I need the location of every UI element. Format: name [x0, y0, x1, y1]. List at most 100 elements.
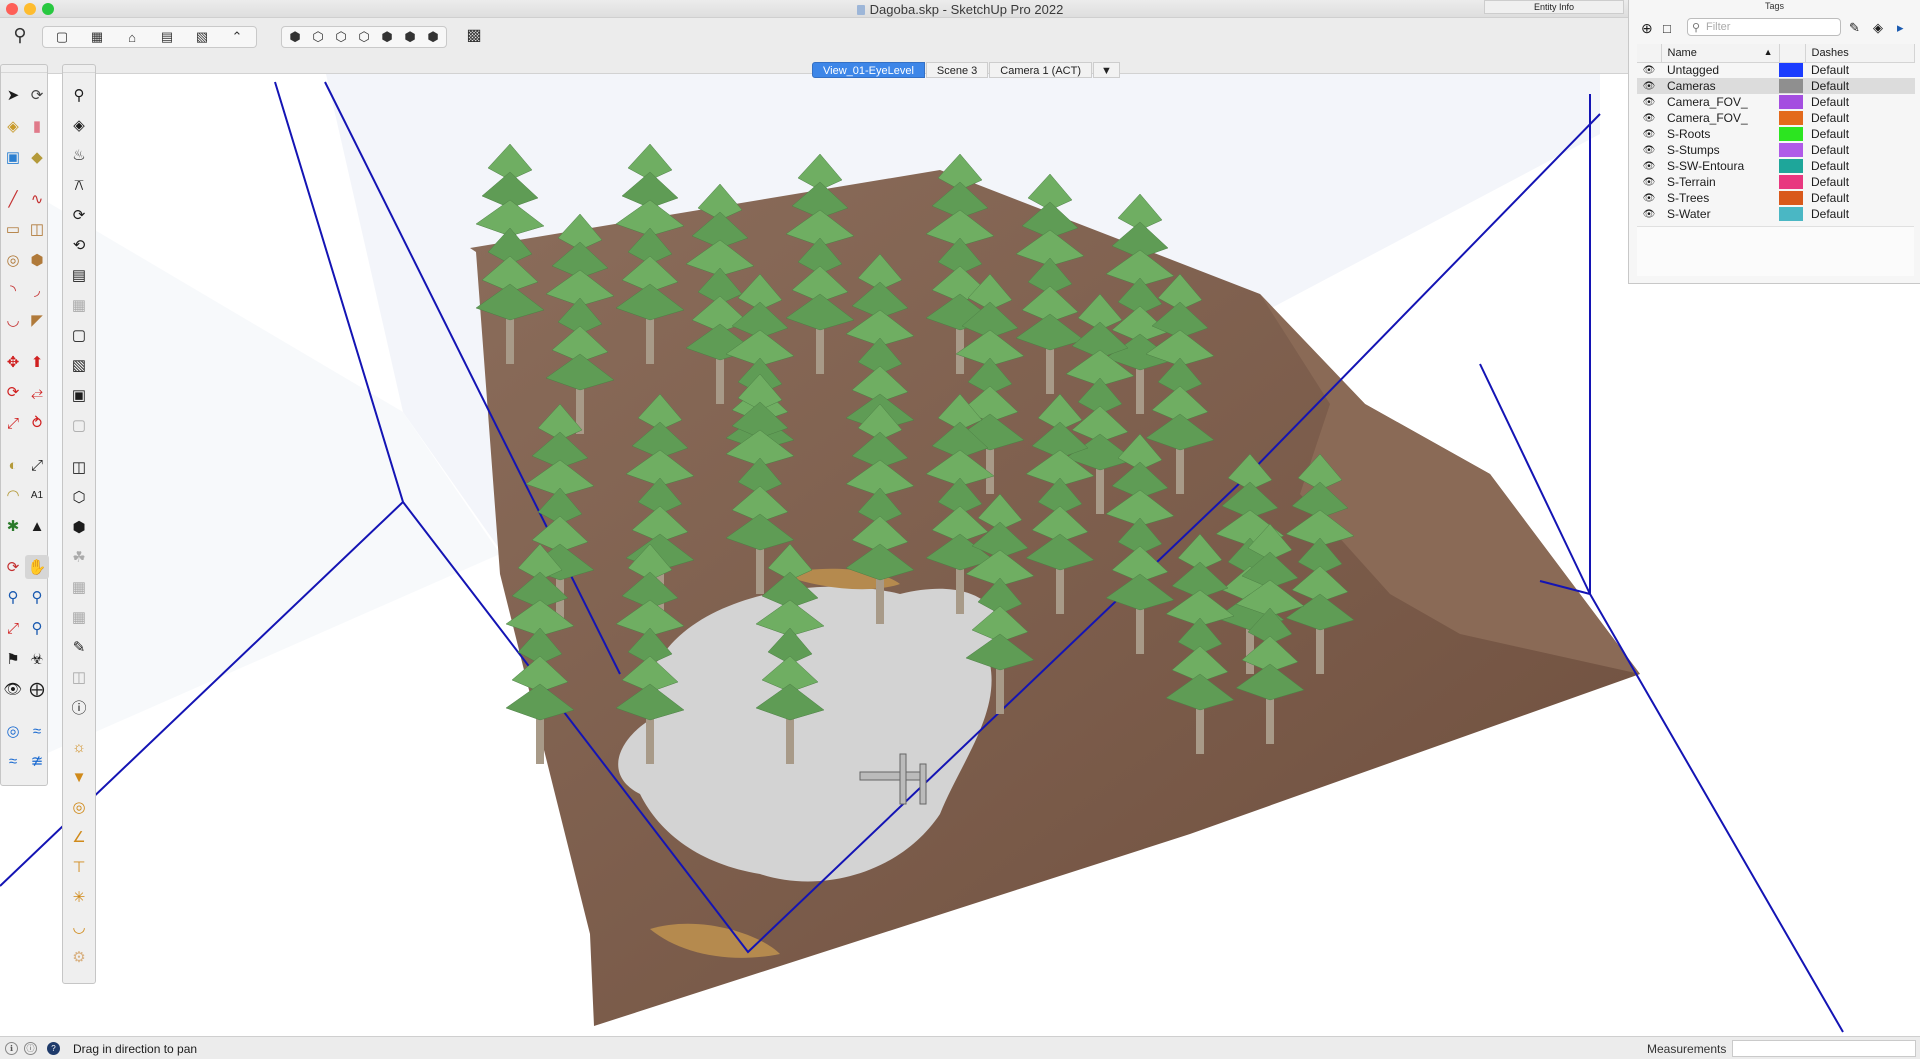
eraser-icon[interactable]: ▮: [25, 114, 49, 138]
scenes-icon[interactable]: ▧: [186, 28, 218, 46]
offset-icon[interactable]: ⥁: [25, 411, 49, 435]
iso-view-icon[interactable]: ⬢: [285, 28, 305, 46]
tag-color-swatch[interactable]: [1779, 78, 1805, 94]
position-camera-icon[interactable]: ⚑: [1, 647, 25, 671]
styles-icon[interactable]: ▤: [151, 28, 183, 46]
text-icon[interactable]: A1: [25, 483, 49, 507]
grass-icon[interactable]: ☘: [67, 545, 91, 569]
search-icon[interactable]: ⚲: [4, 25, 36, 45]
materials-icon[interactable]: ◈: [67, 113, 91, 137]
tag-row[interactable]: 👁 S-Water Default: [1637, 206, 1915, 222]
orbit-tool-icon[interactable]: ⟳: [1, 555, 25, 579]
credits-icon[interactable]: ⓘ: [24, 1042, 37, 1055]
scene-tabs-more-button[interactable]: ▼: [1092, 62, 1120, 78]
pole-icon[interactable]: ⊤: [67, 855, 91, 879]
tag-row[interactable]: 👁 S-Terrain Default: [1637, 174, 1915, 190]
house-icon[interactable]: ⌃: [221, 28, 253, 46]
layers-icon[interactable]: ≈: [1, 749, 25, 773]
axes-icon[interactable]: ✱: [1, 514, 25, 538]
copy-icon[interactable]: ◫: [67, 665, 91, 689]
tag-dashes[interactable]: Default: [1805, 174, 1915, 190]
orbit-icon[interactable]: ⟳: [25, 83, 49, 107]
left-view-icon[interactable]: ⬢: [400, 28, 420, 46]
zoom-icon[interactable]: ⚲: [1, 585, 25, 609]
select-icon[interactable]: ➤: [1, 83, 25, 107]
tray-icon[interactable]: ▤: [67, 263, 91, 287]
visibility-eye-icon[interactable]: 👁: [1637, 94, 1661, 110]
spiral-icon[interactable]: ⟳: [67, 203, 91, 227]
tag-color-swatch[interactable]: [1779, 110, 1805, 126]
entity-info-panel[interactable]: Entity Info: [1484, 0, 1624, 14]
tag-color-swatch[interactable]: [1779, 158, 1805, 174]
protractor-icon[interactable]: ◠: [1, 483, 25, 507]
render-icon[interactable]: ☼: [67, 735, 91, 759]
visibility-eye-icon[interactable]: 👁: [1637, 142, 1661, 158]
layers-stack-icon[interactable]: ▧: [67, 353, 91, 377]
scale-icon[interactable]: ⤢: [1, 411, 25, 435]
measurements-input[interactable]: [1732, 1040, 1916, 1057]
hatch-icon[interactable]: ▦: [67, 575, 91, 599]
gear-icon[interactable]: ⚙: [67, 945, 91, 969]
camera-icon[interactable]: ◫: [67, 455, 91, 479]
paint-icon[interactable]: ⚻: [67, 173, 91, 197]
tag-dashes[interactable]: Default: [1805, 190, 1915, 206]
look-around-icon[interactable]: 👁: [1, 677, 25, 701]
info-icon[interactable]: ⓘ: [67, 695, 91, 719]
tag-color-swatch[interactable]: [1779, 174, 1805, 190]
three-point-arc-icon[interactable]: ◡: [1, 308, 25, 332]
bottom-view-icon[interactable]: ⬢: [423, 28, 443, 46]
display-icon[interactable]: ▩: [458, 26, 490, 44]
zoom-window-icon[interactable]: ⚲: [25, 585, 49, 609]
tag-row[interactable]: 👁 S-Trees Default: [1637, 190, 1915, 206]
teapot-icon[interactable]: ♨: [67, 143, 91, 167]
tag-name[interactable]: S-Trees: [1661, 190, 1779, 206]
tag-dashes[interactable]: Default: [1805, 110, 1915, 126]
swirl-icon[interactable]: ⟲: [67, 233, 91, 257]
tag-row[interactable]: 👁 S-Stumps Default: [1637, 142, 1915, 158]
tag-color-swatch[interactable]: [1779, 142, 1805, 158]
tag-icon[interactable]: ◆: [25, 145, 49, 169]
grid-icon[interactable]: ▦: [67, 605, 91, 629]
line-icon[interactable]: ╱: [1, 187, 25, 211]
tag-dashes[interactable]: Default: [1805, 94, 1915, 110]
tag-name[interactable]: S-Stumps: [1661, 142, 1779, 158]
rectangle-icon[interactable]: ▭: [1, 217, 25, 241]
edit-icon[interactable]: ✎: [67, 635, 91, 659]
home-icon[interactable]: ⌂: [116, 28, 148, 46]
paint-bucket-icon[interactable]: ◈: [1, 114, 25, 138]
tag-dashes[interactable]: Default: [1805, 206, 1915, 222]
3d-text-icon[interactable]: ▲: [25, 514, 49, 538]
tag-color-swatch[interactable]: [1779, 206, 1805, 222]
pie-icon[interactable]: ◤: [25, 308, 49, 332]
tag-name[interactable]: Camera_FOV_: [1661, 110, 1779, 126]
tag-name[interactable]: S-Roots: [1661, 126, 1779, 142]
window-icon[interactable]: ▢: [67, 323, 91, 347]
tag-name[interactable]: Untagged: [1661, 62, 1779, 78]
dashes-column-header[interactable]: Dashes: [1805, 44, 1915, 63]
color-by-tag-icon[interactable]: ◈: [1873, 18, 1883, 38]
tag-name[interactable]: S-SW-Entoura: [1661, 158, 1779, 174]
rotated-rect-icon[interactable]: ◫: [25, 217, 49, 241]
tag-color-swatch[interactable]: [1779, 126, 1805, 142]
sandbox-scrape-icon[interactable]: ≈: [25, 719, 49, 743]
angle-icon[interactable]: ∠: [67, 825, 91, 849]
tag-dashes[interactable]: Default: [1805, 158, 1915, 174]
tag-row[interactable]: 👁 Cameras Default: [1637, 78, 1915, 94]
tags-filter-input[interactable]: ⚲ Filter: [1687, 18, 1841, 36]
tag-color-swatch[interactable]: [1779, 190, 1805, 206]
tag-dashes[interactable]: Default: [1805, 126, 1915, 142]
box-open-icon[interactable]: ⬢: [67, 515, 91, 539]
arc-icon[interactable]: ◝: [1, 278, 25, 302]
move-icon[interactable]: ✥: [1, 350, 25, 374]
warehouse-icon[interactable]: ▦: [81, 28, 113, 46]
previous-view-icon[interactable]: ⚲: [25, 616, 49, 640]
freehand-icon[interactable]: ∿: [25, 187, 49, 211]
tag-dashes[interactable]: Default: [1805, 142, 1915, 158]
tape-measure-icon[interactable]: ◐: [1, 453, 25, 477]
ring-icon[interactable]: ◎: [67, 795, 91, 819]
circle-icon[interactable]: ◎: [1, 248, 25, 272]
front-view-icon[interactable]: ⬡: [331, 28, 351, 46]
tag-row[interactable]: 👁 Camera_FOV_ Default: [1637, 110, 1915, 126]
lock-icon[interactable]: ▢: [67, 413, 91, 437]
sandbox-icon[interactable]: ◎: [1, 719, 25, 743]
